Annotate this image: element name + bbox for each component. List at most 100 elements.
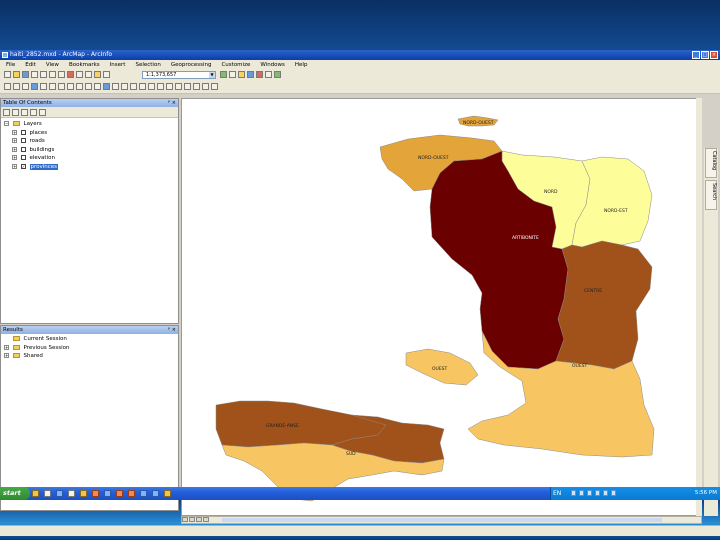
volume-icon[interactable] [579,490,584,496]
battery-icon[interactable] [603,490,608,496]
magnifier-icon[interactable] [193,83,200,90]
identify-icon[interactable] [103,83,110,90]
data-view-button[interactable] [182,517,188,522]
map-vertical-scrollbar[interactable] [696,98,702,516]
layer-item-roads[interactable]: + roads [1,137,178,146]
maximize-button[interactable]: □ [701,51,709,59]
layers-root[interactable]: − Layers [1,120,178,129]
go-to-xy-icon[interactable] [157,83,164,90]
new-document-icon[interactable] [4,71,11,78]
menu-file[interactable]: File [0,62,20,68]
layer-item-buildings[interactable]: + buildings [1,146,178,155]
fixed-zoom-in-icon[interactable] [40,83,47,90]
layer-visibility-checkbox[interactable] [20,138,26,144]
language-indicator[interactable]: EN [553,490,561,497]
expand-icon[interactable]: + [12,146,17,152]
hyperlink-icon[interactable] [112,83,119,90]
list-by-drawing-order-icon[interactable] [3,108,10,116]
back-extent-icon[interactable] [58,83,65,90]
catalog-icon[interactable] [238,71,245,78]
chrome-icon[interactable] [104,490,111,497]
html-popup-icon[interactable] [121,83,128,90]
undo-icon[interactable] [76,71,83,78]
find-route-icon[interactable] [148,83,155,90]
chevron-down-icon[interactable]: ▼ [209,72,215,78]
menu-insert[interactable]: Insert [105,62,131,68]
layout-view-button[interactable] [189,517,195,522]
search-window-icon[interactable] [247,71,254,78]
taskbar-clock[interactable]: 5:56 PM [695,490,717,496]
folder-icon[interactable] [80,490,87,497]
select-features-icon[interactable] [76,83,83,90]
layer-visibility-checkbox[interactable] [20,155,26,161]
province-centre[interactable] [555,240,653,370]
print-icon[interactable] [31,71,38,78]
list-by-selection-icon[interactable] [30,108,37,116]
menu-customize[interactable]: Customize [216,62,255,68]
media-player-icon[interactable] [116,490,123,497]
layer-item-places[interactable]: + places [1,129,178,138]
model-builder-icon[interactable] [274,71,281,78]
expand-icon[interactable]: + [12,155,17,161]
pause-drawing-button[interactable] [203,517,209,522]
cut-icon[interactable] [40,71,47,78]
ie-icon[interactable] [56,490,63,497]
table-of-contents-icon[interactable] [229,71,236,78]
terminal-icon[interactable] [68,490,75,497]
save-icon[interactable] [22,71,29,78]
list-by-visibility-icon[interactable] [21,108,28,116]
map-scale-combo[interactable]: 1:1,373,657 ▼ [142,71,216,79]
forward-extent-icon[interactable] [67,83,74,90]
toc-pin-close-buttons[interactable]: ᵖ × [168,100,176,106]
menu-help[interactable]: Help [290,62,313,68]
layer-item-provinces[interactable]: + ✓ provinces [1,163,178,172]
map-display[interactable]: NORD-OUEST NORD-OUEST NORD NORD-EST ARTI… [181,98,702,516]
start-button[interactable]: start [0,487,30,500]
menu-bookmarks[interactable]: Bookmarks [64,62,105,68]
menu-edit[interactable]: Edit [20,62,41,68]
refresh-view-button[interactable] [196,517,202,522]
tab-catalog[interactable]: Catalog [705,148,717,178]
find-icon[interactable] [139,83,146,90]
toolbar-options-icon[interactable] [211,83,218,90]
tray-app-icon[interactable] [611,490,616,496]
network-icon[interactable] [571,490,576,496]
time-slider-icon[interactable] [166,83,173,90]
open-icon[interactable] [13,71,20,78]
fixed-zoom-out-icon[interactable] [49,83,56,90]
toc-options-icon[interactable] [39,108,46,116]
menu-selection[interactable]: Selection [130,62,165,68]
select-elements-icon[interactable] [94,83,101,90]
expand-icon[interactable]: + [12,129,17,135]
list-by-source-icon[interactable] [12,108,19,116]
editor-toolbar-icon[interactable] [220,71,227,78]
tab-search[interactable]: Search [705,180,717,210]
add-data-icon[interactable] [94,71,101,78]
close-button[interactable]: × [710,51,718,59]
expand-icon[interactable]: + [4,353,9,359]
full-extent-icon[interactable] [31,83,38,90]
arcmap-taskbar-icon[interactable] [140,490,147,497]
office-icon[interactable] [128,490,135,497]
add-data-dropdown-icon[interactable] [103,71,110,78]
pinned-app-icon[interactable] [164,490,171,497]
viewer-window-icon[interactable] [184,83,191,90]
layer-visibility-checkbox[interactable] [20,146,26,152]
scroll-thumb[interactable] [222,518,662,522]
minimize-button[interactable]: _ [692,51,700,59]
expand-icon[interactable]: + [12,163,17,169]
notepad-icon[interactable] [44,490,51,497]
zoom-out-icon[interactable] [13,83,20,90]
zoom-in-icon[interactable] [4,83,11,90]
menu-windows[interactable]: Windows [255,62,290,68]
results-pin-close-buttons[interactable]: ᵖ × [168,327,176,333]
expand-icon[interactable]: + [4,344,9,350]
explorer-icon[interactable] [32,490,39,497]
measure-icon[interactable] [130,83,137,90]
layer-visibility-checkbox[interactable] [20,129,26,135]
layer-visibility-checkbox-checked[interactable]: ✓ [20,163,26,169]
menu-view[interactable]: View [41,62,64,68]
arccatalog-taskbar-icon[interactable] [152,490,159,497]
redo-icon[interactable] [85,71,92,78]
security-icon[interactable] [587,490,592,496]
